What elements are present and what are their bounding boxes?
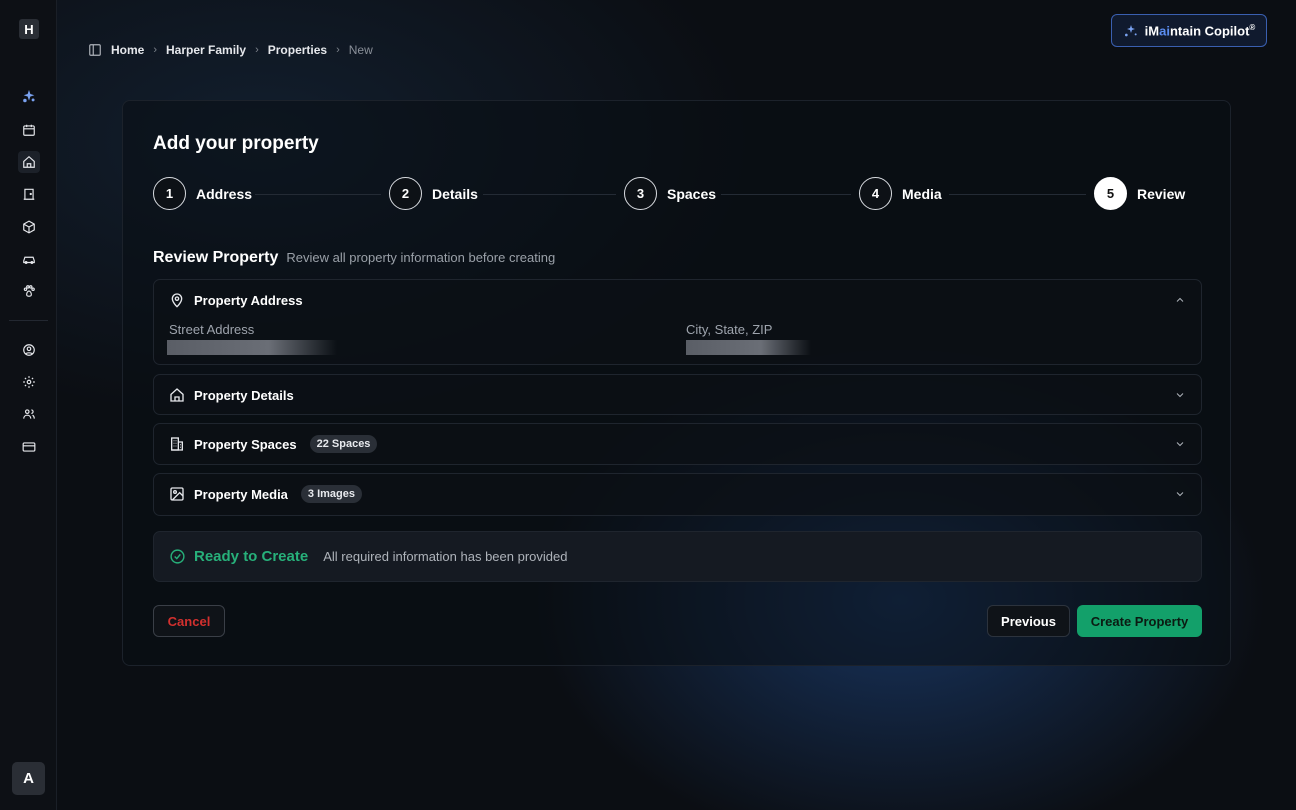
- step-media[interactable]: 4 Media: [859, 177, 942, 210]
- copilot-sparkle-icon[interactable]: [19, 87, 39, 107]
- step-connector: [721, 194, 851, 195]
- step-details[interactable]: 2 Details: [389, 177, 478, 210]
- sparkle-icon: [1123, 23, 1139, 39]
- city-state-zip-label: City, State, ZIP: [686, 322, 773, 337]
- image-icon: [169, 486, 185, 502]
- property-details-header[interactable]: Property Details: [169, 375, 1186, 415]
- home-icon[interactable]: [18, 151, 40, 173]
- step-connector: [483, 194, 616, 195]
- chevron-up-icon: [1174, 294, 1186, 306]
- building-icon: [169, 436, 185, 452]
- users-icon[interactable]: [19, 404, 39, 424]
- sidebar: H A: [0, 0, 57, 810]
- stepper: 1 Address 2 Details 3 Spaces 4 Media 5 R…: [153, 177, 1201, 211]
- step-number: 2: [389, 177, 422, 210]
- step-spaces[interactable]: 3 Spaces: [624, 177, 716, 210]
- chevron-down-icon: [1174, 438, 1186, 450]
- package-icon[interactable]: [19, 217, 39, 237]
- home-icon: [169, 387, 185, 403]
- chevron-down-icon: [1174, 488, 1186, 500]
- step-address[interactable]: 1 Address: [153, 177, 252, 210]
- step-label: Address: [196, 185, 253, 202]
- user-avatar[interactable]: A: [12, 762, 45, 795]
- pets-icon[interactable]: [19, 281, 39, 301]
- review-subtitle: Review all property information before c…: [286, 250, 556, 265]
- car-icon[interactable]: [19, 249, 39, 269]
- property-address-section: Property Address Street Address City, St…: [153, 279, 1202, 365]
- section-title: Property Address: [194, 292, 303, 308]
- add-property-card: Add your property 1 Address 2 Details 3 …: [122, 100, 1231, 666]
- chevron-down-icon: [1174, 389, 1186, 401]
- copilot-button[interactable]: iMaintain Copilot®: [1111, 14, 1267, 47]
- ready-title: Ready to Create: [194, 548, 309, 565]
- breadcrumb-family[interactable]: Harper Family: [166, 43, 246, 57]
- previous-button[interactable]: Previous: [987, 605, 1070, 637]
- step-number: 5: [1094, 177, 1127, 210]
- property-details-section: Property Details: [153, 374, 1202, 415]
- property-spaces-header[interactable]: Property Spaces 22 Spaces: [169, 424, 1186, 464]
- cancel-button[interactable]: Cancel: [153, 605, 225, 637]
- copilot-label: iMaintain Copilot®: [1144, 22, 1256, 39]
- property-media-section: Property Media 3 Images: [153, 473, 1202, 516]
- user-circle-icon[interactable]: [19, 340, 39, 360]
- map-pin-icon: [169, 292, 185, 308]
- sidebar-divider: [9, 320, 48, 321]
- street-address-label: Street Address: [169, 322, 255, 337]
- ready-status-banner: Ready to Create All required information…: [153, 531, 1202, 582]
- breadcrumb-properties[interactable]: Properties: [268, 43, 327, 57]
- breadcrumb: Home › Harper Family › Properties › New: [88, 42, 373, 58]
- property-address-header[interactable]: Property Address: [169, 280, 1186, 320]
- step-connector: [949, 194, 1086, 195]
- breadcrumb-home[interactable]: Home: [111, 43, 144, 57]
- chevron-right-icon: ›: [255, 44, 259, 56]
- workspace-logo[interactable]: H: [19, 19, 39, 39]
- step-number: 4: [859, 177, 892, 210]
- step-number: 1: [153, 177, 186, 210]
- review-title: Review Property: [153, 249, 279, 266]
- sidebar-toggle-icon[interactable]: [88, 43, 102, 57]
- chevron-right-icon: ›: [336, 44, 340, 56]
- spaces-count-badge: 22 Spaces: [309, 435, 378, 453]
- chevron-right-icon: ›: [153, 44, 158, 56]
- breadcrumb-current: New: [348, 43, 373, 57]
- door-icon[interactable]: [19, 184, 39, 204]
- property-spaces-section: Property Spaces 22 Spaces: [153, 423, 1202, 465]
- create-property-button[interactable]: Create Property: [1077, 605, 1202, 637]
- step-label: Spaces: [667, 185, 717, 202]
- section-title: Property Media: [194, 486, 288, 502]
- step-review[interactable]: 5 Review: [1094, 177, 1185, 210]
- ready-message: All required information has been provid…: [323, 549, 568, 564]
- step-label: Review: [1137, 185, 1186, 202]
- step-label: Media: [902, 185, 942, 202]
- credit-card-icon[interactable]: [19, 437, 39, 457]
- property-media-header[interactable]: Property Media 3 Images: [169, 474, 1186, 514]
- step-connector: [255, 194, 381, 195]
- review-header: Review Property Review all property info…: [153, 249, 555, 267]
- street-address-value-redacted: [167, 340, 337, 355]
- section-title: Property Spaces: [194, 436, 297, 452]
- step-number: 3: [624, 177, 657, 210]
- section-title: Property Details: [194, 387, 294, 403]
- calendar-icon[interactable]: [19, 120, 39, 140]
- page-title: Add your property: [153, 133, 319, 154]
- step-label: Details: [432, 185, 478, 202]
- images-count-badge: 3 Images: [300, 485, 363, 503]
- city-state-zip-value-redacted: [686, 340, 811, 355]
- gear-icon[interactable]: [19, 372, 39, 392]
- check-circle-icon: [169, 548, 186, 565]
